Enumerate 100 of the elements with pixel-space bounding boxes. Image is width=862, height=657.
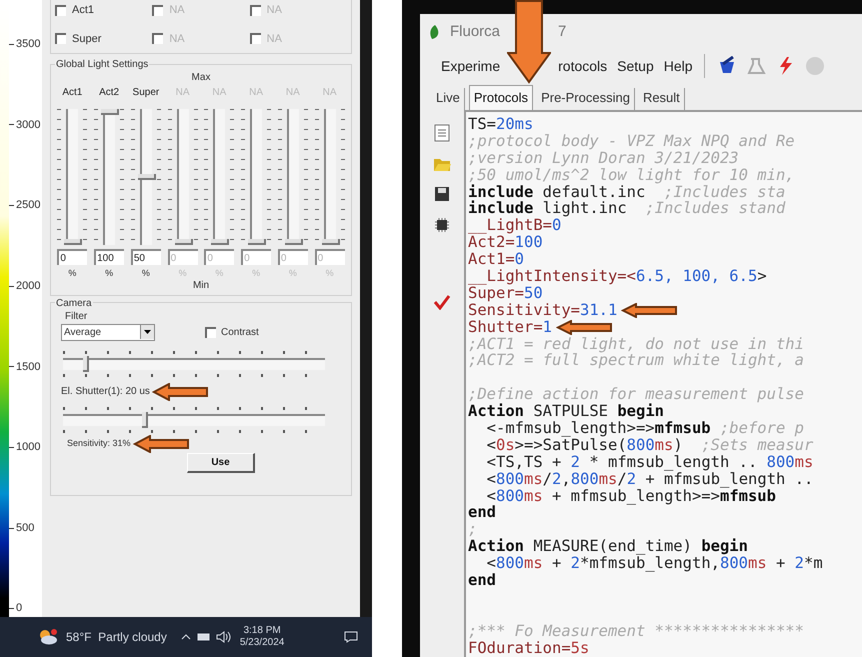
filter-dropdown[interactable]: Average [61, 324, 155, 340]
battery-icon[interactable] [196, 633, 211, 641]
checkbox-label: Act1 [72, 3, 94, 18]
chip-icon[interactable] [433, 216, 451, 234]
scale-label: 500 [16, 520, 34, 536]
code-line: __LightB=0 [468, 216, 562, 234]
max-label: Max [190, 73, 212, 83]
channel-label: Super [132, 86, 160, 100]
code-line: <0s>=>SatPulse(800ms) ;Sets measur [486, 436, 814, 454]
slider-thumb[interactable] [138, 174, 156, 180]
menu-item[interactable]: Experime [440, 56, 502, 76]
code-line: <TS,TS + 2 * mfmsub_length .. 800ms [486, 452, 814, 471]
code-line: ;version Lynn Doran 3/21/2023 [468, 148, 739, 167]
checkbox-label: Contrast [221, 326, 259, 340]
code-line: Super=50 [468, 284, 543, 302]
chevron-up-icon[interactable] [180, 634, 191, 640]
code-line: include default.inc ;Includes sta [468, 182, 786, 201]
filter-label: Filter [64, 310, 88, 324]
code-line: Action MEASURE(end_time) begin [468, 537, 748, 556]
code-line: __LightIntensity=<6.5, 100, 6.5> [468, 267, 767, 286]
channel-label: Act2 [99, 86, 120, 100]
scale-label: 3000 [16, 118, 40, 133]
sensitivity-reading: Sensitivity: 31% [67, 436, 131, 450]
code-line: ;*** Fo Measurement **************** [468, 622, 804, 640]
unit-label: % [326, 267, 334, 280]
slider-thumb[interactable] [142, 412, 148, 428]
scale-label: 1500 [16, 360, 40, 375]
code-line: <800ms + 2*mfmsub_length,800ms + 2*m [486, 554, 823, 572]
code-line: Shutter=1 [468, 318, 552, 336]
annotation-arrow [152, 382, 208, 400]
scale-label: 0 [16, 601, 22, 616]
weather-text[interactable]: 58°F Partly cloudy [66, 628, 167, 646]
weather-icon[interactable] [38, 629, 58, 645]
scale-label: 2500 [16, 198, 40, 214]
min-label: Min [192, 280, 210, 290]
code-line: ;50 umol/ms^2 low light for 10 min, [468, 166, 795, 184]
checkbox[interactable] [205, 326, 216, 338]
unit-label: % [252, 267, 260, 280]
unit-label: % [68, 267, 76, 280]
checkbox-label: NA [169, 32, 185, 46]
value-field[interactable]: 50 [130, 249, 161, 265]
window-title: Fluorca [450, 22, 500, 42]
checkbox-label: Super [72, 32, 102, 46]
code-line: Act2=100 [468, 233, 543, 252]
checkmark-icon[interactable] [433, 294, 451, 310]
caret-icon [140, 325, 154, 339]
document-icon[interactable] [434, 124, 450, 142]
checkbox[interactable] [55, 4, 66, 16]
checkbox-label: NA [169, 3, 185, 18]
menu-item[interactable]: Setup [616, 56, 655, 76]
checkbox-label: NA [266, 3, 282, 18]
code-line: <800ms + mfmsub_length>=>mfmsub [486, 486, 776, 505]
slider-thumb[interactable] [83, 356, 90, 372]
menu-item[interactable]: rotocols [557, 56, 608, 76]
tab[interactable]: Live [432, 88, 465, 110]
clock-date[interactable]: 5/23/2024 [240, 637, 284, 650]
code-line: ;protocol body - VPZ Max NPQ and Re [468, 132, 795, 150]
scale-label: 1000 [16, 440, 40, 456]
menu-item[interactable]: Help [662, 56, 694, 76]
shutter-reading: El. Shutter(1): 20 us [61, 385, 150, 399]
code-line: end [468, 503, 496, 522]
code-line: FOduration=5s [468, 638, 590, 657]
use-button[interactable]: Use [187, 452, 255, 472]
notification-icon[interactable] [344, 631, 358, 643]
unit-label: % [142, 267, 150, 280]
group-title: Global Light Settings [55, 57, 150, 72]
speaker-icon[interactable] [216, 631, 232, 643]
code-line: ;Define action for measurement pulse [468, 385, 804, 404]
annotation-arrow [556, 320, 612, 335]
scale-label: 2000 [16, 278, 40, 294]
channel-label: Act1 [62, 86, 82, 100]
code-line: <-mfmsub_length>=>mfmsub ;before p [486, 419, 804, 438]
tab[interactable]: Protocols [468, 84, 534, 110]
code-line: ;ACT1 = red light, do not use in thi [468, 334, 804, 353]
save-icon[interactable] [434, 186, 450, 202]
unit-label: % [288, 267, 297, 280]
slider-thumb[interactable] [64, 239, 82, 245]
code-line: ;ACT2 = full spectrum white light, a [468, 351, 804, 370]
value-field[interactable]: 0 [57, 249, 88, 265]
unit-label: % [105, 267, 114, 280]
slider-thumb[interactable] [101, 109, 120, 115]
clock-time[interactable]: 3:18 PM [243, 624, 281, 637]
code-line: end [468, 571, 496, 590]
code-line: Sensitivity=31.1 [468, 302, 618, 319]
code-line: Action SATPULSE begin [468, 402, 664, 420]
annotation-arrow [621, 302, 678, 318]
code-line: TS=20ms [468, 115, 534, 133]
code-line: Act1=0 [468, 250, 524, 268]
code-line: ; [468, 520, 478, 538]
code-line: include light.inc ;Includes stand [468, 199, 786, 218]
annotation-arrow [132, 434, 189, 452]
unit-label: % [178, 267, 187, 280]
checkbox-label: NA [266, 32, 282, 46]
value-field[interactable]: 100 [94, 249, 124, 265]
code-line: <800ms/2,800ms/2 + mfmsub_length .. [486, 470, 814, 488]
checkbox[interactable] [55, 33, 66, 44]
window-title: 7 [558, 22, 566, 42]
scale-label: 3500 [16, 37, 40, 52]
unit-label: % [215, 267, 224, 280]
code-editor[interactable] [464, 110, 862, 657]
